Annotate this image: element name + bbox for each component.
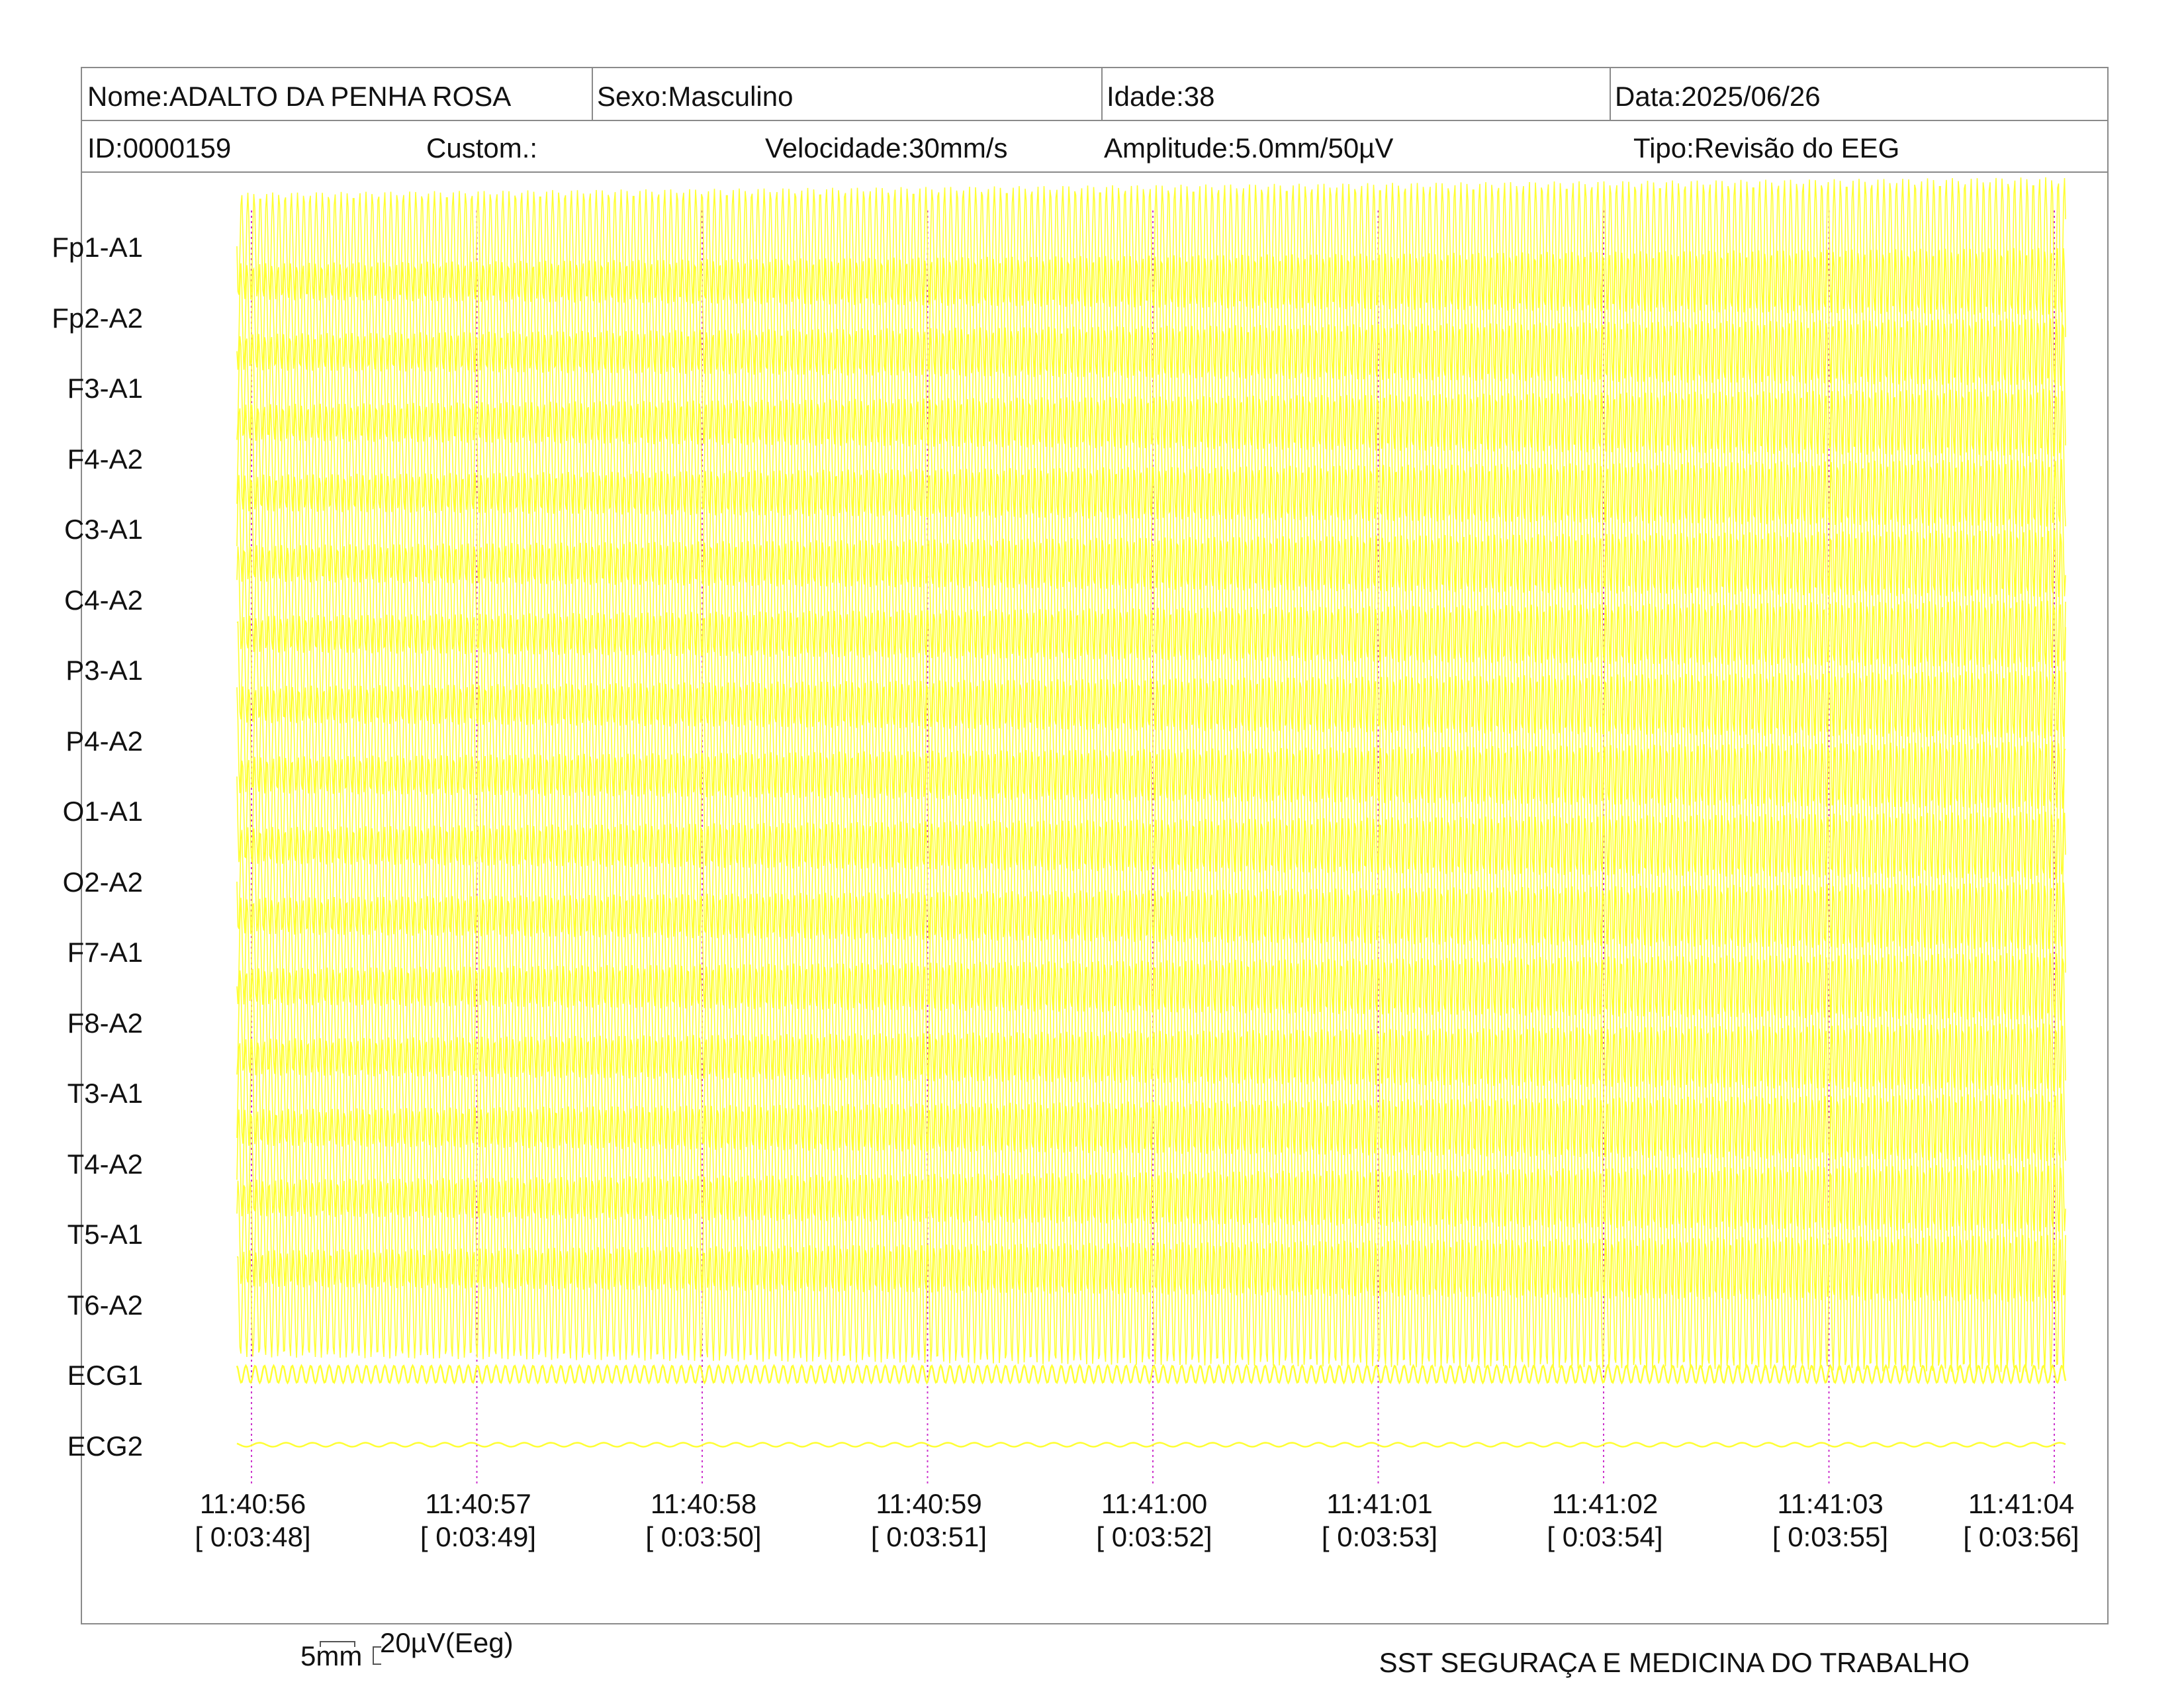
trace-ecg2: [236, 1442, 2066, 1448]
trace-ecg1: [236, 1364, 2067, 1385]
eeg-traces: [236, 177, 2067, 1486]
